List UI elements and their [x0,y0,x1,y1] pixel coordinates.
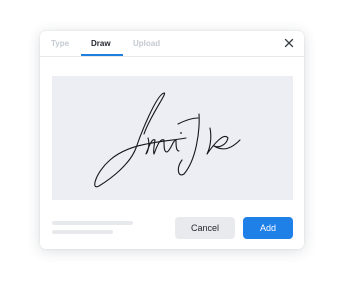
tab-draw[interactable]: Draw [91,39,111,49]
placeholder-text-line [52,221,133,225]
close-button[interactable] [282,36,296,50]
tab-bar: Type Draw Upload [40,31,304,57]
signature-draw-area[interactable] [52,76,293,200]
tab-upload[interactable]: Upload [133,39,160,49]
close-icon [284,38,294,48]
placeholder-text-line [52,230,113,234]
add-button[interactable]: Add [243,217,293,239]
signature-stroke [94,92,241,188]
signature-dialog: Type Draw Upload Cancel Add [40,31,304,249]
tab-type[interactable]: Type [51,39,69,49]
active-tab-indicator [81,54,123,56]
cancel-button[interactable]: Cancel [175,217,235,239]
